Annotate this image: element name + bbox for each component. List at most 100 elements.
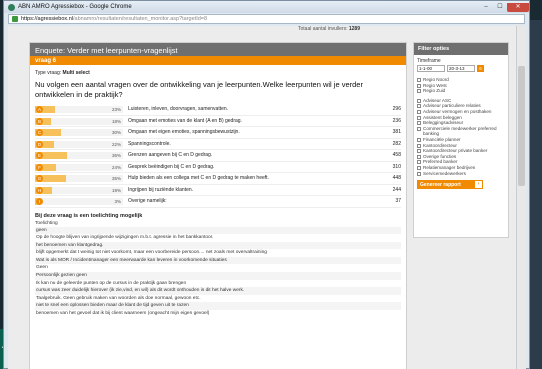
toelichting-item: Taalgebruik. Geen gebruik maken van woor… <box>36 295 201 301</box>
toelichting-item: Wat is als MOR / Incidentmanager een mee… <box>35 256 401 265</box>
answer-text: Spanningscontrole. <box>128 140 171 147</box>
answer-text: Ingrijpen bij ruziënde klanten. <box>128 186 194 193</box>
timeframe-from-input[interactable]: 1-1-00 <box>417 65 445 72</box>
checkbox-icon[interactable] <box>417 137 421 142</box>
generate-report-button[interactable]: Genereer rapport › <box>417 180 483 190</box>
page-content: Totaal aantal invullers: 1289 Enquete: V… <box>8 26 526 369</box>
minimize-button[interactable]: – <box>479 3 493 12</box>
checkbox-icon[interactable] <box>417 143 421 148</box>
checkbox-icon[interactable] <box>417 171 421 176</box>
function-checkbox[interactable]: Servicemedewerkers <box>417 171 505 177</box>
toelichting-item: blijft opgemerkt dat t weinig tot niet v… <box>36 250 267 256</box>
answer-letter: E <box>36 152 43 159</box>
answer-count: 458 <box>392 152 401 158</box>
answer-list: A 23% Luisteren, inleven, doorvragen, same… <box>30 104 406 208</box>
toelichting-item: Persoonlijk gezien geen <box>35 272 401 280</box>
answer-letter: B <box>36 117 43 125</box>
toelichting-item: benoemen van het gevoel dat ik bij clien… <box>36 311 210 317</box>
checkbox-icon[interactable] <box>417 165 421 170</box>
answer-letter: G <box>36 175 43 182</box>
close-button[interactable]: ✕ <box>507 2 529 12</box>
toelichting-title: Bij deze vraag is een toelichting mogeli… <box>35 212 143 219</box>
checkbox-icon[interactable] <box>417 78 421 82</box>
answer-bar: G 35% <box>35 175 123 182</box>
answer-count: 381 <box>392 129 401 135</box>
function-checkbox[interactable]: Commerciele medewerker preferred banking <box>417 126 505 137</box>
question-type: Type vraag: Multi select <box>30 65 406 78</box>
answer-count: 236 <box>392 117 401 124</box>
answer-count: 310 <box>392 163 401 170</box>
toelichting-item: geen <box>35 226 401 235</box>
timeframe-apply-button[interactable]: 6 <box>477 65 484 72</box>
answer-percent: 23% <box>111 107 121 112</box>
answer-letter: F <box>36 163 43 171</box>
answer-row: C 30% Omgaan met eigen emoties, spanningsb… <box>35 127 401 139</box>
answer-percent: 24% <box>111 164 121 170</box>
answer-bar: F 24% <box>35 163 123 171</box>
generate-report-label: Genereer rapport <box>420 181 461 188</box>
total-respondents-value: 1289 <box>348 26 360 32</box>
answer-percent: 19% <box>111 187 121 193</box>
answer-text: Gesprek beëindigen bij C en D gedrag. <box>128 163 215 170</box>
answer-text: Grenzen aangeven bij C en D gedrag. <box>128 152 213 158</box>
answer-bar: C 30% <box>35 129 123 136</box>
answer-letter: C <box>36 129 43 136</box>
lock-icon <box>12 16 18 22</box>
checkbox-icon[interactable] <box>417 115 421 120</box>
arrow-right-icon: › <box>475 181 482 189</box>
timeframe-to-input[interactable]: 20-3-13 <box>447 65 475 72</box>
answer-letter: I <box>36 198 43 205</box>
answer-bar: B 18% <box>35 117 123 125</box>
answer-text: Omgaan met emoties van de klant (A en B)… <box>128 117 242 124</box>
region-label: Regio Zuid <box>423 88 446 94</box>
answer-percent: 22% <box>111 141 121 147</box>
toelichting-list: geen Op de hoogte blijven van ingrijpende… <box>35 226 401 318</box>
checkbox-icon[interactable] <box>417 121 421 126</box>
checkbox-icon[interactable] <box>417 126 421 131</box>
answer-bar: H 19% <box>35 186 123 194</box>
checkbox-icon[interactable] <box>417 83 421 88</box>
toelichting-item: Geen <box>36 265 48 271</box>
page-scrollbar[interactable] <box>516 26 526 369</box>
answer-row: D 22% Spanningscontrole. 282 <box>35 139 401 150</box>
toelichting-item: cursus was zeer duidelijk hierover (ik z… <box>35 287 401 295</box>
answer-percent: 3% <box>114 199 121 204</box>
filter-panel: Filter opties Timeframe 1-1-00 20-3-13 6… <box>413 42 509 238</box>
checkbox-icon[interactable] <box>417 154 421 159</box>
toelichting-header: Toelichting <box>35 220 58 226</box>
checkbox-icon[interactable] <box>417 160 421 165</box>
total-respondents: Totaal aantal invullers: 1289 <box>298 26 360 32</box>
checkbox-icon[interactable] <box>417 109 421 114</box>
region-checkboxes: Regio Noord Regio West Regio Zuid <box>417 77 505 94</box>
timeframe-label: Timeframe <box>417 58 441 64</box>
desktop-background <box>530 20 542 369</box>
maximize-button[interactable]: ☐ <box>493 3 507 12</box>
answer-bar: A 23% <box>35 106 123 113</box>
title-bar[interactable]: ABN AMRO Agressiebox - Google Chrome – ☐… <box>4 1 529 13</box>
answer-text: Hulp bieden als een collega met C en D g… <box>128 175 269 181</box>
answer-count: 37 <box>395 198 401 204</box>
function-label: Servicemedewerkers <box>423 170 466 176</box>
answer-row: F 24% Gesprek beëindigen bij C en D gedrag… <box>35 162 401 173</box>
checkbox-icon[interactable] <box>417 98 421 103</box>
answer-count: 296 <box>392 106 401 112</box>
filter-title: Filter opties <box>414 43 508 55</box>
answer-count: 448 <box>392 175 401 181</box>
scrollbar-thumb[interactable] <box>518 66 525 186</box>
answer-row: G 35% Hulp bieden als een collega met C en… <box>35 173 401 185</box>
total-respondents-label: Totaal aantal invullers: <box>298 26 348 32</box>
question-number: vraag 6 <box>30 56 406 65</box>
toelichting-item: Ik kan nu de geleerde punten op de cursu… <box>36 280 187 286</box>
question-type-value: Multi select <box>62 70 90 76</box>
answer-percent: 35% <box>111 176 121 181</box>
checkbox-icon[interactable] <box>417 104 421 109</box>
toelichting-item: het benoemen van klantgedrag. <box>35 241 401 250</box>
toelichting-item: niet te snel een oplossen bieden maar de… <box>35 302 401 311</box>
answer-percent: 30% <box>111 130 121 135</box>
answer-text: Luisteren, inleven, doorvragen, samenvat… <box>128 106 229 112</box>
answer-row: H 19% Ingrijpen bij ruziënde klanten. 244 <box>35 185 401 196</box>
checkbox-icon[interactable] <box>417 89 421 94</box>
answer-text: Overige namelijk: <box>128 198 167 204</box>
address-bar[interactable]: https://agressiebox.nl/abnamro/resultate… <box>8 14 525 24</box>
checkbox-icon[interactable] <box>417 149 421 154</box>
